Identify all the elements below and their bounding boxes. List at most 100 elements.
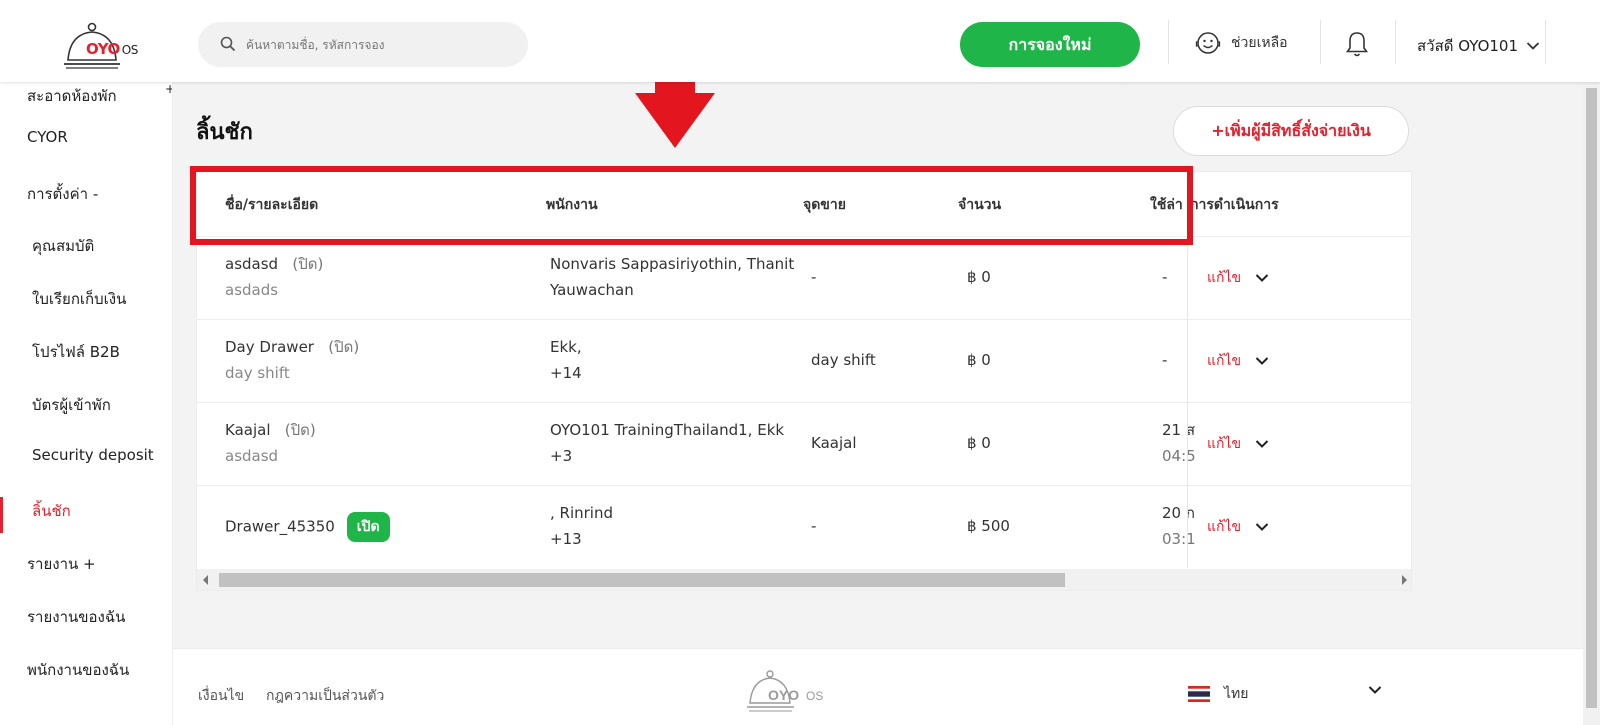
sidebar-item-cyor[interactable]: CYOR: [27, 128, 68, 146]
edit-link[interactable]: แก้ไข: [1207, 516, 1241, 538]
staff-more: +3: [550, 447, 573, 465]
highlight-annotation-box: [190, 166, 1193, 245]
sidebar-item-cleaning[interactable]: สะอาดห้องพัก: [27, 84, 117, 108]
smiley-support-icon: [1195, 32, 1221, 54]
expand-plus-icon[interactable]: +: [165, 82, 172, 96]
chevron-down-icon[interactable]: [1255, 522, 1269, 532]
sidebar-item-security-deposit[interactable]: Security deposit: [32, 446, 154, 464]
scroll-right-arrow-icon[interactable]: [1402, 575, 1407, 585]
amount: ฿ 0: [967, 268, 991, 286]
table-row: Kaajal (ปิด) asdasd OYO101 TrainingThail…: [197, 402, 1411, 485]
help-label: ช่วยเหลือ: [1231, 35, 1288, 51]
divider: [1320, 20, 1321, 64]
column-header-actions: การดำเนินการ: [1190, 197, 1279, 213]
svg-text:OS: OS: [806, 689, 823, 703]
last-used-date: 20 ก: [1162, 504, 1195, 522]
notifications-button[interactable]: [1345, 30, 1369, 62]
page-vertical-scrollbar[interactable]: [1583, 82, 1600, 725]
sidebar: + สะอาดห้องพัก CYOR การตั้งค่า - คุณสมบั…: [0, 82, 173, 725]
page-title: ลิ้นชัก: [196, 120, 253, 145]
help-button[interactable]: ช่วยเหลือ: [1195, 30, 1288, 56]
search-icon: [220, 36, 236, 52]
divider: [1545, 20, 1546, 64]
chevron-down-icon[interactable]: [1368, 685, 1382, 695]
table-row: asdasd (ปิด) asdads Nonvaris Sappasiriyo…: [197, 236, 1411, 319]
staff-names: Ekk,: [550, 338, 582, 356]
point-of-sale: day shift: [811, 351, 876, 369]
amount: ฿ 0: [967, 434, 991, 452]
point-of-sale: -: [811, 517, 817, 535]
divider: [1395, 20, 1396, 64]
chevron-down-icon: [1526, 42, 1540, 50]
new-booking-button[interactable]: การจองใหม่: [960, 22, 1140, 67]
edit-link[interactable]: แก้ไข: [1207, 433, 1241, 455]
staff-more: +13: [550, 530, 582, 548]
sidebar-item-properties[interactable]: คุณสมบัติ: [32, 234, 94, 258]
edit-dropdown[interactable]: แก้ไข: [1207, 516, 1269, 538]
last-used-time: 03:1: [1162, 530, 1196, 548]
svg-text:OYO: OYO: [768, 687, 799, 703]
footer: เงื่อนไข กฎความเป็นส่วนตัว OYO OS ไทย: [173, 648, 1583, 725]
drawer-detail: day shift: [225, 364, 290, 382]
edit-dropdown[interactable]: แก้ไข: [1207, 433, 1269, 455]
status-open-badge: เปิด: [346, 512, 390, 542]
chevron-down-icon[interactable]: [1255, 439, 1269, 449]
sidebar-item-b2b-profile[interactable]: โปรไฟล์ B2B: [32, 340, 120, 364]
point-of-sale: -: [811, 268, 817, 286]
privacy-link[interactable]: กฎความเป็นส่วนตัว: [266, 685, 384, 707]
logo-text: OYO OS: [86, 40, 138, 58]
staff-names: OYO101 TrainingThailand1, Ekk: [550, 421, 785, 439]
language-label: ไทย: [1224, 686, 1249, 702]
point-of-sale: Kaajal: [811, 434, 857, 452]
sticky-column-divider: [1187, 236, 1188, 568]
drawer-detail: asdads: [225, 281, 279, 299]
drawer-name: asdasd (ปิด): [225, 255, 324, 273]
sidebar-item-my-reports[interactable]: รายงานของฉัน: [27, 605, 125, 629]
status-closed: (ปิด): [328, 338, 360, 356]
divider: [1168, 20, 1169, 64]
staff-names: Nonvaris Sappasiriyothin, Thanit: [550, 255, 795, 273]
edit-dropdown[interactable]: แก้ไข: [1207, 267, 1269, 289]
top-header: OYO OS ค้นหาตามชื่อ, รหัสการจอง การจองใหม…: [0, 0, 1600, 82]
bell-icon: [1345, 32, 1369, 57]
table-row: Day Drawer (ปิด) day shift Ekk, +14 day …: [197, 319, 1411, 402]
last-used: -: [1162, 268, 1168, 286]
drawer-name: Day Drawer (ปิด): [225, 338, 360, 356]
staff-more: Yauwachan: [550, 281, 634, 299]
status-closed: (ปิด): [292, 255, 324, 273]
page-scrollbar-thumb[interactable]: [1586, 88, 1597, 708]
sidebar-item-invoices[interactable]: ใบเรียกเก็บเงิน: [32, 287, 126, 311]
terms-link[interactable]: เงื่อนไข: [198, 685, 244, 707]
sidebar-item-my-staff[interactable]: พนักงานของฉัน: [27, 658, 129, 682]
user-menu[interactable]: สวัสดี OYO101: [1417, 34, 1540, 58]
active-indicator: [0, 497, 3, 533]
horizontal-scrollbar[interactable]: [197, 569, 1411, 590]
last-used: -: [1162, 351, 1168, 369]
sidebar-item-reports[interactable]: รายงาน +: [27, 552, 96, 576]
status-closed: (ปิด): [284, 421, 316, 439]
amount: ฿ 500: [967, 517, 1010, 535]
sidebar-item-settings[interactable]: การตั้งค่า -: [27, 182, 98, 206]
drawer-name: Drawer_45350 เปิด: [225, 512, 390, 542]
chevron-down-icon[interactable]: [1255, 273, 1269, 283]
sidebar-item-guest-cards[interactable]: บัตรผู้เข้าพัก: [32, 393, 111, 417]
amount: ฿ 0: [967, 351, 991, 369]
sidebar-item-drawer[interactable]: ลิ้นชัก: [32, 499, 71, 523]
chevron-down-icon[interactable]: [1255, 356, 1269, 366]
user-greeting: สวัสดี OYO101: [1417, 37, 1519, 55]
last-used-date: 21 ส: [1162, 421, 1196, 439]
scroll-left-arrow-icon[interactable]: [203, 575, 208, 585]
staff-more: +14: [550, 364, 582, 382]
edit-dropdown[interactable]: แก้ไข: [1207, 350, 1269, 372]
edit-link[interactable]: แก้ไข: [1207, 267, 1241, 289]
drawer-name: Kaajal (ปิด): [225, 421, 316, 439]
language-selector[interactable]: ไทย: [1188, 683, 1248, 705]
oyo-os-logo[interactable]: OYO OS: [62, 18, 152, 69]
edit-link[interactable]: แก้ไข: [1207, 350, 1241, 372]
thai-flag-icon: [1188, 686, 1210, 702]
search-input[interactable]: ค้นหาตามชื่อ, รหัสการจอง: [198, 22, 528, 67]
search-placeholder: ค้นหาตามชื่อ, รหัสการจอง: [246, 38, 385, 52]
add-payout-authorizer-button[interactable]: +เพิ่มผู้มีสิทธิ์สั่งจ่ายเงิน: [1173, 106, 1409, 156]
scrollbar-thumb[interactable]: [219, 573, 1065, 587]
table-row: Drawer_45350 เปิด , Rinrind +13 - ฿ 500 2…: [197, 485, 1411, 568]
